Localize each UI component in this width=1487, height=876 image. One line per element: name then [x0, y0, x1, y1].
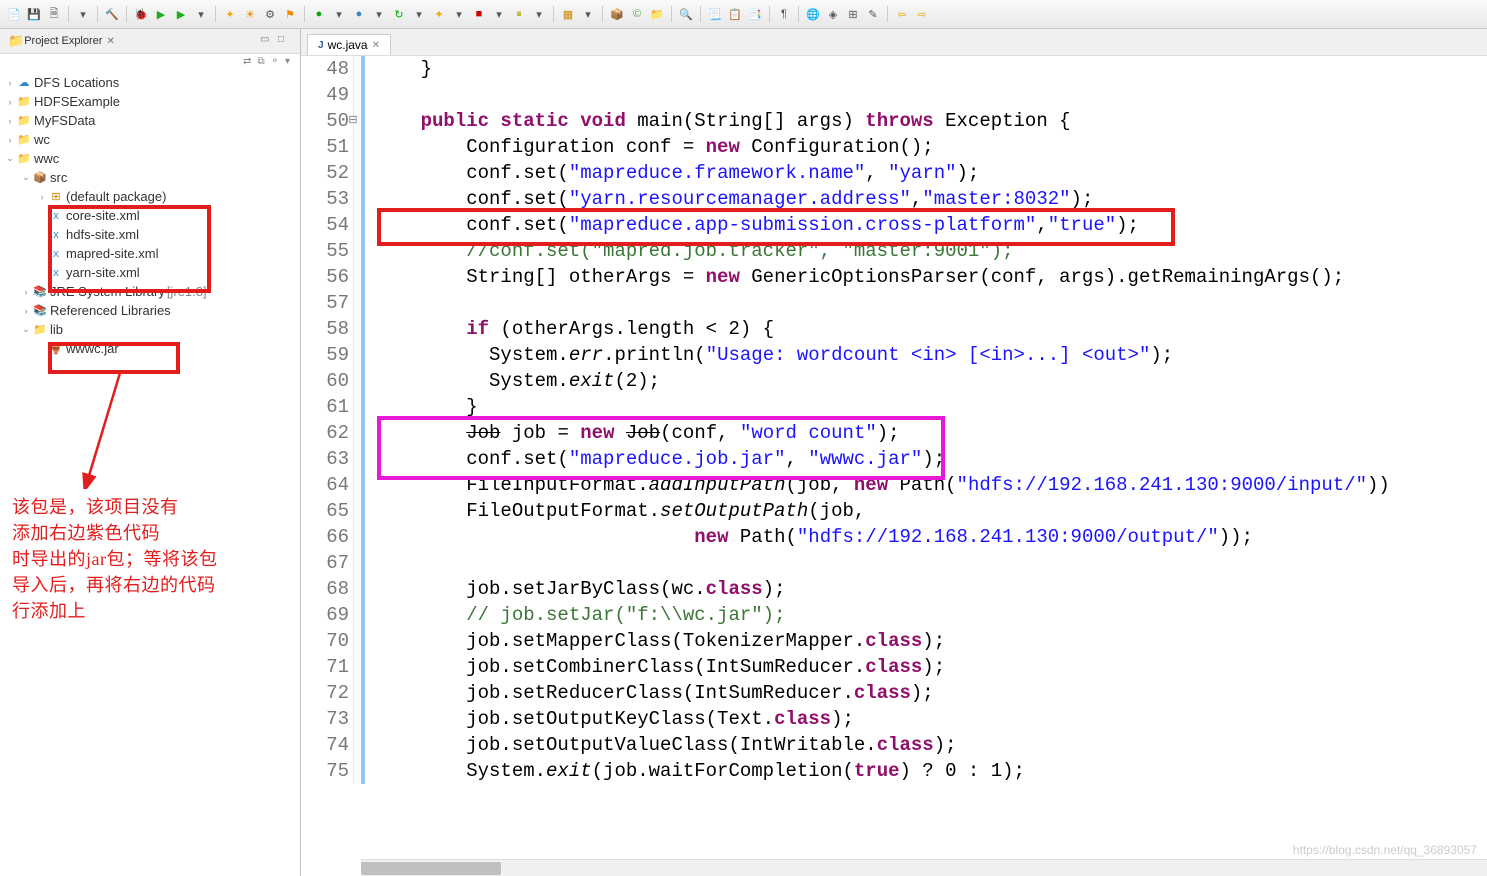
stop-icon[interactable]: ■: [471, 6, 487, 22]
tree-node[interactable]: ⌄📁wwc: [0, 149, 300, 168]
project-tree: ›☁DFS Locations ›📁HDFSExample ›📁MyFSData…: [0, 69, 300, 876]
editor-panel: J wc.java ✕ 48 49 50 51 52 53 54 55 56 5…: [301, 29, 1487, 876]
tree-node[interactable]: ›📁MyFSData: [0, 111, 300, 130]
highlight-box-line54: [377, 208, 1175, 246]
folding-gutter[interactable]: ⊟: [345, 56, 361, 706]
explorer-title: Project Explorer: [24, 35, 102, 47]
tree-node[interactable]: ⌄📁lib: [0, 320, 300, 339]
dropdown-icon[interactable]: ▾: [411, 6, 427, 22]
scrollbar-thumb[interactable]: [361, 862, 501, 875]
doc3-icon[interactable]: 📑: [747, 6, 763, 22]
edit-icon[interactable]: ✎: [865, 6, 881, 22]
tree-node[interactable]: ›☁DFS Locations: [0, 73, 300, 92]
sun-icon[interactable]: ☀: [242, 6, 258, 22]
para-icon[interactable]: ¶: [776, 6, 792, 22]
run-config-icon[interactable]: ▾: [193, 6, 209, 22]
watermark: https://blog.csdn.net/qq_36893057: [1293, 843, 1477, 857]
close-icon[interactable]: ✕: [106, 36, 114, 47]
code-area[interactable]: 48 49 50 51 52 53 54 55 56 57 58 59 60 6…: [301, 56, 1487, 876]
back-icon[interactable]: ⇦: [894, 6, 910, 22]
main-toolbar: 📄 💾 🗎 ▾ 🔨 🐞 ▶ ▶ ▾ ✦ ☀ ⚙ ⚑ ● ▾ ● ▾ ↻ ▾ ✦ …: [0, 0, 1487, 29]
maximize-icon[interactable]: □: [278, 34, 292, 48]
grid-icon[interactable]: ▦: [560, 6, 576, 22]
dropdown-icon[interactable]: ▾: [491, 6, 507, 22]
annotation-text: 该包是，该项目没有 添加右边紫色代码 时导出的jar包；等将该包 导入后，再将右…: [12, 494, 217, 624]
tree-node[interactable]: ›📁HDFSExample: [0, 92, 300, 111]
change-bar: [361, 56, 365, 784]
new-icon[interactable]: 📄: [6, 6, 22, 22]
play-green-icon[interactable]: ●: [311, 6, 327, 22]
align-icon[interactable]: ⊞: [845, 6, 861, 22]
editor-tab[interactable]: J wc.java ✕: [307, 34, 391, 55]
tab-label: wc.java: [328, 38, 368, 52]
highlight-box-xml: [48, 205, 211, 293]
ant-icon[interactable]: ◈: [825, 6, 841, 22]
run-icon[interactable]: ▶: [153, 6, 169, 22]
fwd-icon[interactable]: ⇨: [914, 6, 930, 22]
project-explorer-panel: 📁 Project Explorer ✕ ▭ □ ⇄ ⧉ ⚬ ▾ ›☁DFS L…: [0, 29, 301, 876]
focus-icon[interactable]: ⚬: [271, 56, 279, 67]
run-ext-icon[interactable]: ▶: [173, 6, 189, 22]
highlight-box-magenta: [377, 416, 945, 480]
tree-node[interactable]: ›📚Referenced Libraries: [0, 301, 300, 320]
star2-icon[interactable]: ✦: [431, 6, 447, 22]
tree-node[interactable]: ›📁wc: [0, 130, 300, 149]
new-class-icon[interactable]: ©: [629, 6, 645, 22]
gear-icon[interactable]: ⚙: [262, 6, 278, 22]
pause-icon[interactable]: ⏸: [511, 6, 527, 22]
dropdown-icon[interactable]: ▾: [451, 6, 467, 22]
tree-node[interactable]: ⌄📦src: [0, 168, 300, 187]
menu-icon[interactable]: ▾: [75, 6, 91, 22]
dropdown-icon[interactable]: ▾: [531, 6, 547, 22]
explorer-icon: 📁: [8, 33, 24, 49]
refresh-icon[interactable]: ↻: [391, 6, 407, 22]
save-icon[interactable]: 💾: [26, 6, 42, 22]
flag-icon[interactable]: ⚑: [282, 6, 298, 22]
tree-node[interactable]: ›⊞(default package): [0, 187, 300, 206]
play-blue-icon[interactable]: ●: [351, 6, 367, 22]
java-icon: J: [318, 40, 324, 51]
save-all-icon[interactable]: 🗎: [46, 6, 62, 22]
hammer-icon[interactable]: 🔨: [104, 6, 120, 22]
globe-icon[interactable]: 🌐: [805, 6, 821, 22]
close-icon[interactable]: ✕: [372, 40, 380, 51]
doc-icon[interactable]: 📃: [707, 6, 723, 22]
search-icon[interactable]: 🔍: [678, 6, 694, 22]
link-icon[interactable]: ⧉: [257, 56, 264, 67]
doc2-icon[interactable]: 📋: [727, 6, 743, 22]
new-pkg-icon[interactable]: 📦: [609, 6, 625, 22]
dropdown-icon[interactable]: ▾: [580, 6, 596, 22]
folder-icon[interactable]: 📁: [649, 6, 665, 22]
collapse-icon[interactable]: ⇄: [243, 56, 251, 67]
dropdown-icon[interactable]: ▾: [371, 6, 387, 22]
dropdown-icon[interactable]: ▾: [331, 6, 347, 22]
minimize-icon[interactable]: ▭: [260, 34, 274, 48]
menu-icon[interactable]: ▾: [285, 56, 290, 67]
horizontal-scrollbar[interactable]: [361, 859, 1487, 876]
arrow-icon: [70, 369, 150, 489]
debug-icon[interactable]: 🐞: [133, 6, 149, 22]
star-icon[interactable]: ✦: [222, 6, 238, 22]
